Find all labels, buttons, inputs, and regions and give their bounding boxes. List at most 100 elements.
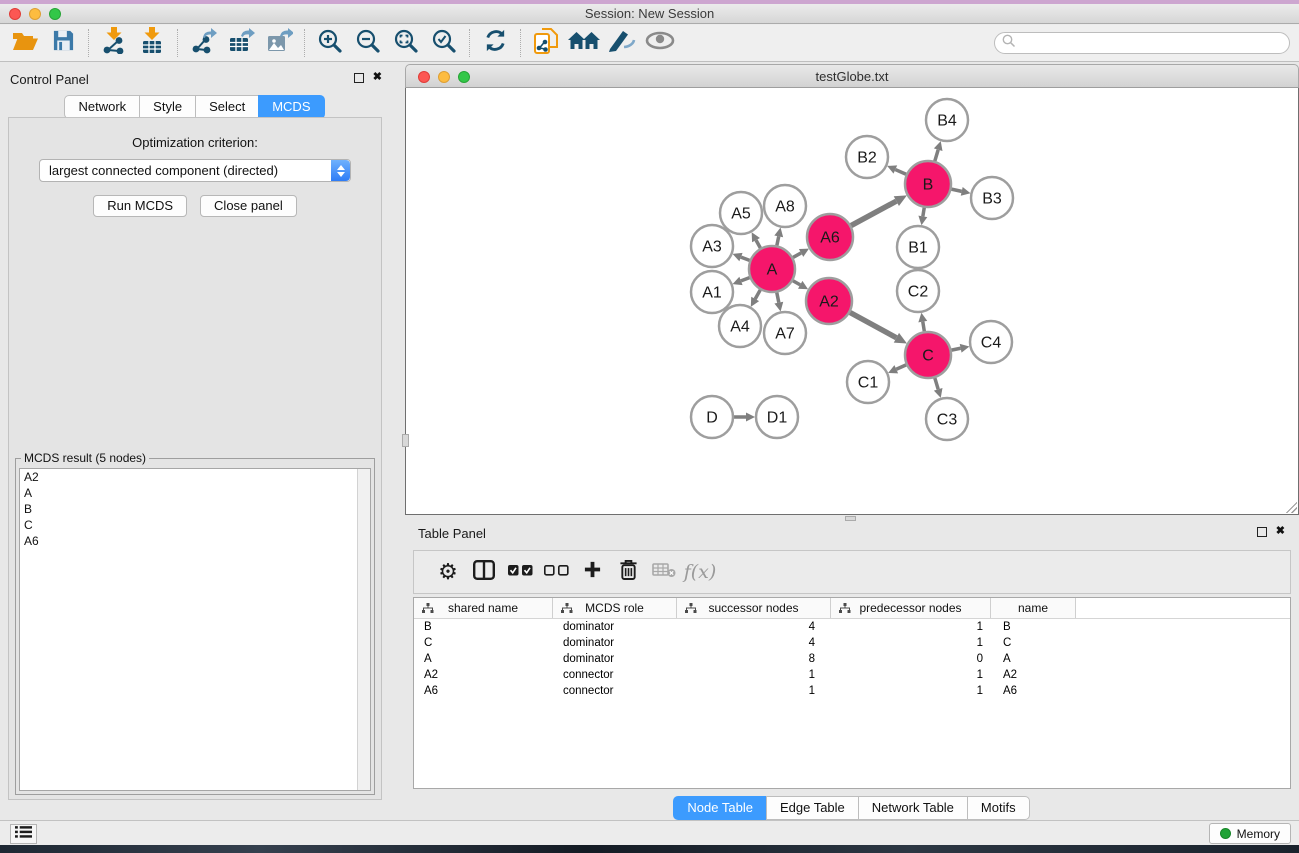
show-panels-button[interactable] — [641, 27, 679, 59]
close-window-button[interactable] — [9, 8, 21, 20]
edge-A6-B[interactable] — [851, 201, 896, 225]
table-tab-network-table[interactable]: Network Table — [858, 796, 968, 820]
maximize-window-button[interactable] — [49, 8, 61, 20]
mcds-result-item[interactable]: A6 — [20, 533, 370, 549]
table-cell[interactable]: 0 — [831, 651, 991, 667]
zoom-in-button[interactable] — [311, 27, 349, 59]
table-row[interactable]: Bdominator41B — [414, 619, 1290, 635]
float-table-panel-button[interactable] — [1257, 527, 1267, 537]
minimize-network-button[interactable] — [438, 71, 450, 83]
edge-C-C1[interactable] — [896, 365, 906, 369]
table-cell[interactable]: 4 — [677, 635, 831, 651]
maximize-network-button[interactable] — [458, 71, 470, 83]
edge-C-C4[interactable] — [952, 348, 961, 350]
open-session-button[interactable] — [6, 27, 44, 59]
table-cell[interactable]: 1 — [831, 619, 991, 635]
node-table[interactable]: shared nameMCDS rolesuccessor nodesprede… — [413, 597, 1291, 789]
export-image-button[interactable] — [260, 27, 298, 59]
zoom-selected-button[interactable] — [425, 27, 463, 59]
table-cell[interactable]: 1 — [677, 683, 831, 699]
table-tab-edge-table[interactable]: Edge Table — [766, 796, 859, 820]
function-builder-button[interactable]: f(x) — [682, 555, 718, 589]
edge-A-A2[interactable] — [793, 281, 800, 285]
zoom-out-button[interactable] — [349, 27, 387, 59]
delete-table-button[interactable] — [646, 555, 682, 589]
network-window-titlebar[interactable]: testGlobe.txt — [405, 64, 1299, 88]
table-tab-node-table[interactable]: Node Table — [673, 796, 767, 820]
table-cell[interactable]: 1 — [831, 635, 991, 651]
splitter-grip[interactable] — [402, 434, 409, 447]
table-row[interactable]: Cdominator41C — [414, 635, 1290, 651]
edge-B-B4[interactable] — [935, 150, 938, 161]
mcds-result-item[interactable]: B — [20, 501, 370, 517]
table-cell[interactable]: 1 — [677, 667, 831, 683]
close-network-button[interactable] — [418, 71, 430, 83]
edge-B-B2[interactable] — [895, 170, 906, 175]
mcds-result-item[interactable]: A — [20, 485, 370, 501]
zoom-fit-button[interactable] — [387, 27, 425, 59]
close-panel-icon-button[interactable]: ✖ — [373, 72, 382, 83]
table-cell[interactable]: dominator — [553, 619, 677, 635]
hide-panels-button[interactable] — [603, 27, 641, 59]
close-table-panel-button[interactable]: ✖ — [1276, 526, 1285, 537]
edge-B-B3[interactable] — [951, 189, 961, 191]
column-header-MCDS-role[interactable]: MCDS role — [553, 598, 677, 618]
edge-A-A1[interactable] — [741, 278, 750, 281]
table-row[interactable]: A2connector11A2 — [414, 667, 1290, 683]
home-views-icon-button[interactable] — [565, 27, 603, 59]
table-cell[interactable]: C — [991, 635, 1076, 651]
table-tab-motifs[interactable]: Motifs — [967, 796, 1030, 820]
run-mcds-button[interactable]: Run MCDS — [93, 195, 187, 217]
mcds-result-item[interactable]: C — [20, 517, 370, 533]
edge-C-C3[interactable] — [935, 378, 938, 389]
add-column-button[interactable] — [574, 555, 610, 589]
table-cell[interactable]: dominator — [553, 651, 677, 667]
tab-network[interactable]: Network — [64, 95, 140, 119]
mcds-result-item[interactable]: A2 — [20, 469, 370, 485]
criterion-dropdown[interactable]: largest connected component (directed) — [39, 159, 351, 182]
table-cell[interactable]: A — [414, 651, 553, 667]
table-cell[interactable]: 1 — [831, 667, 991, 683]
table-row[interactable]: Adominator80A — [414, 651, 1290, 667]
select-all-rows-button[interactable] — [502, 555, 538, 589]
table-cell[interactable]: dominator — [553, 635, 677, 651]
edge-B-B1[interactable] — [923, 208, 924, 217]
table-cell[interactable]: A2 — [991, 667, 1076, 683]
refresh-layout-button[interactable] — [476, 27, 514, 59]
table-cell[interactable]: connector — [553, 667, 677, 683]
export-network-button[interactable] — [184, 27, 222, 59]
column-header-predecessor-nodes[interactable]: predecessor nodes — [831, 598, 991, 618]
resize-handle[interactable] — [1283, 499, 1297, 513]
minimize-window-button[interactable] — [29, 8, 41, 20]
edge-A2-C[interactable] — [850, 312, 896, 337]
table-cell[interactable]: B — [991, 619, 1076, 635]
table-cell[interactable]: A6 — [991, 683, 1076, 699]
table-row[interactable]: A6connector11A6 — [414, 683, 1290, 699]
float-panel-button[interactable] — [354, 73, 364, 83]
table-cell[interactable]: A — [991, 651, 1076, 667]
table-cell[interactable]: 4 — [677, 619, 831, 635]
table-cell[interactable]: A2 — [414, 667, 553, 683]
edge-A-A6[interactable] — [793, 253, 801, 257]
edge-A-A5[interactable] — [756, 240, 760, 248]
column-header-name[interactable]: name — [991, 598, 1076, 618]
edge-C-C2[interactable] — [923, 322, 925, 332]
table-cell[interactable]: connector — [553, 683, 677, 699]
edge-A-A8[interactable] — [777, 236, 779, 245]
close-panel-button[interactable]: Close panel — [200, 195, 297, 217]
network-canvas[interactable]: B4B2BB3A8A5A6B1A3AC2A1A2A4A7C4CC1C3DD1 — [405, 88, 1299, 515]
network-graph[interactable]: B4B2BB3A8A5A6B1A3AC2A1A2A4A7C4CC1C3DD1 — [406, 88, 1296, 512]
table-settings-button[interactable]: ⚙ — [430, 555, 466, 589]
edge-A-A3[interactable] — [741, 257, 750, 260]
table-cell[interactable]: 1 — [831, 683, 991, 699]
import-table-button[interactable] — [133, 27, 171, 59]
deselect-all-rows-button[interactable] — [538, 555, 574, 589]
split-panes-button[interactable] — [466, 555, 502, 589]
tab-select[interactable]: Select — [195, 95, 259, 119]
list-scrollbar[interactable] — [357, 469, 370, 790]
table-cell[interactable]: 8 — [677, 651, 831, 667]
import-network-button[interactable] — [95, 27, 133, 59]
edge-A-A4[interactable] — [755, 290, 760, 299]
table-cell[interactable]: B — [414, 619, 553, 635]
save-session-button[interactable] — [44, 27, 82, 59]
